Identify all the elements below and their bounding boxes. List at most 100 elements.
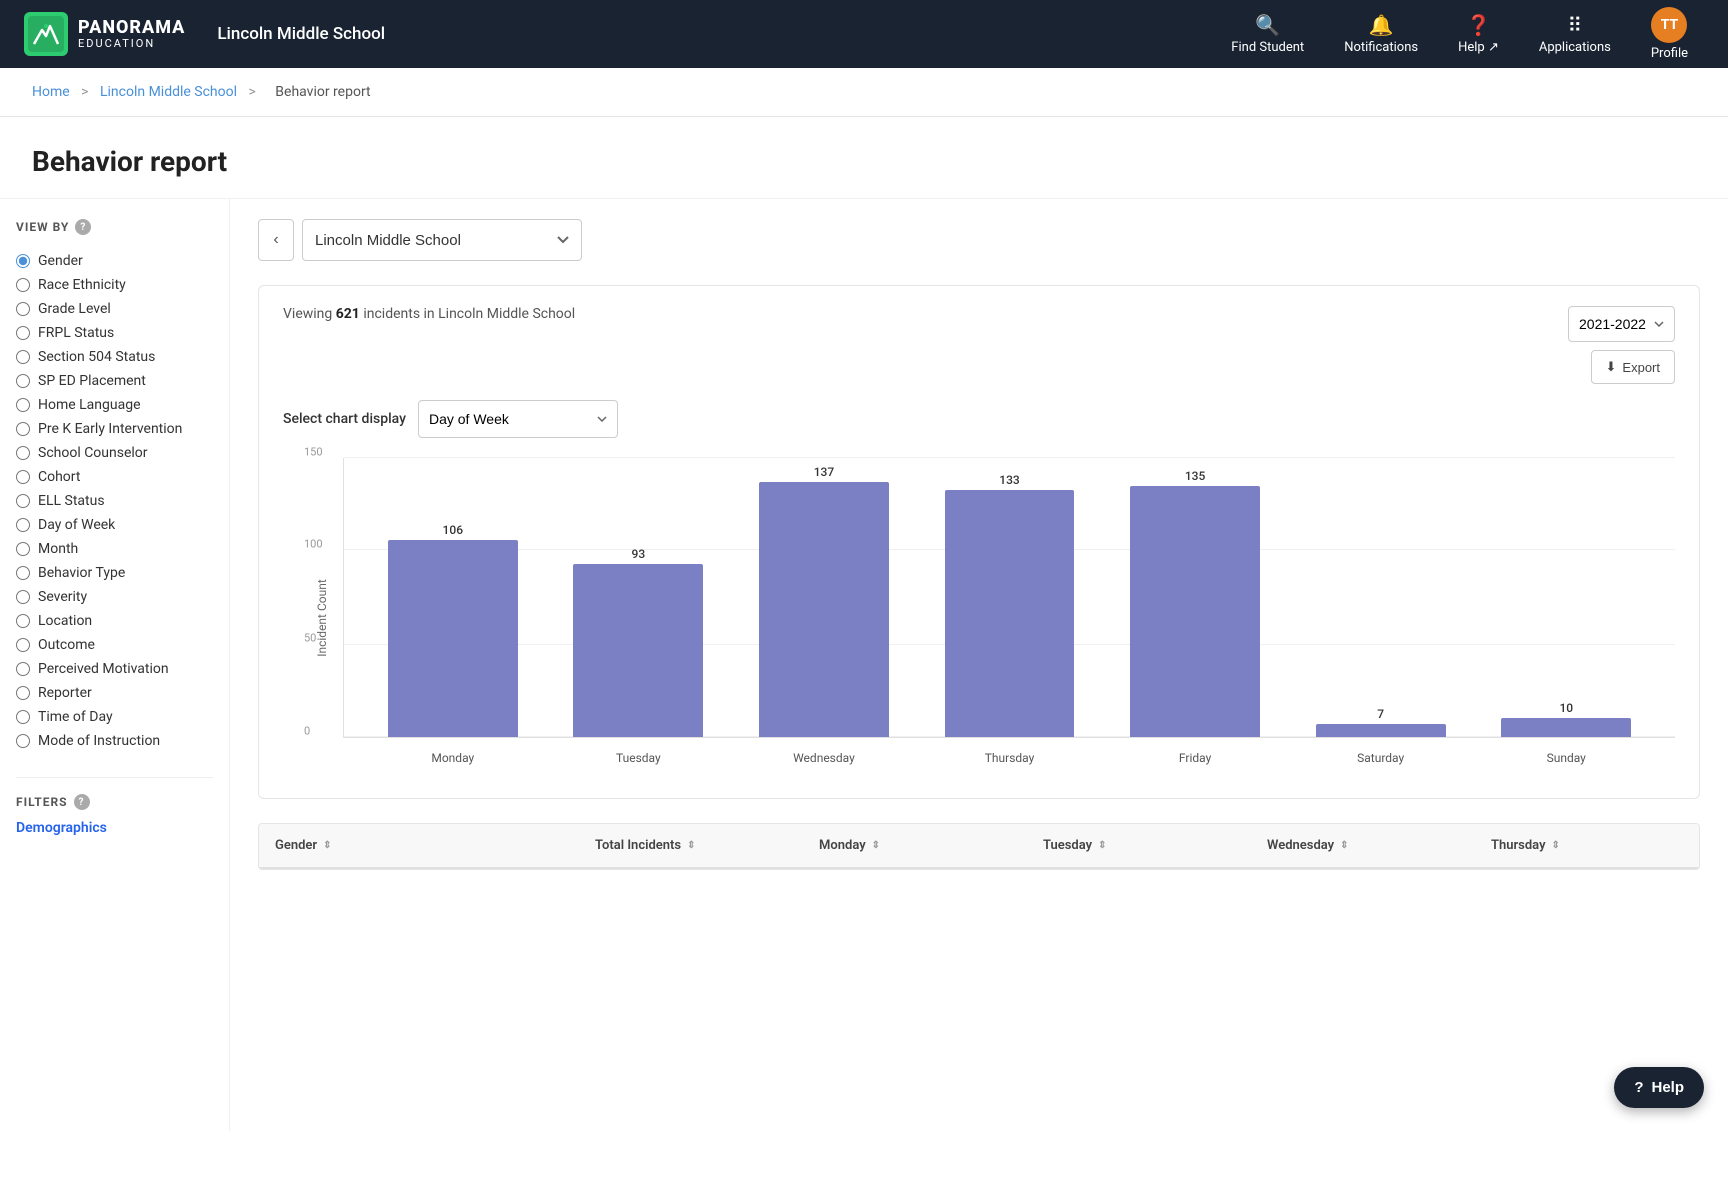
view-by-option-behavior-type[interactable]: Behavior Type xyxy=(16,561,213,585)
radio-home-language[interactable] xyxy=(16,398,30,412)
main-content: ‹ Lincoln Middle School Viewing 621 inci… xyxy=(230,199,1728,1131)
export-button[interactable]: ⬇ Export xyxy=(1591,350,1675,384)
chart-header: Viewing 621 incidents in Lincoln Middle … xyxy=(283,306,1675,384)
bar-label-tuesday: Tuesday xyxy=(616,751,661,765)
th-thursday[interactable]: Thursday ⇕ xyxy=(1475,824,1699,867)
filters-section: FILTERS ? Demographics xyxy=(16,777,213,836)
find-student-nav[interactable]: 🔍 Find Student xyxy=(1215,5,1320,63)
bar-rect-saturday xyxy=(1316,724,1446,737)
view-by-option-reporter[interactable]: Reporter xyxy=(16,681,213,705)
radio-month[interactable] xyxy=(16,542,30,556)
radio-location[interactable] xyxy=(16,614,30,628)
radio-label-month: Month xyxy=(38,541,78,557)
radio-label-outcome: Outcome xyxy=(38,637,95,653)
chart-display-label: Select chart display xyxy=(283,411,406,427)
radio-severity[interactable] xyxy=(16,590,30,604)
th-gender[interactable]: Gender ⇕ xyxy=(259,824,579,867)
sort-icon-wednesday: ⇕ xyxy=(1340,840,1348,851)
breadcrumb-school[interactable]: Lincoln Middle School xyxy=(100,84,237,100)
radio-perceived-motivation[interactable] xyxy=(16,662,30,676)
logo[interactable]: PANORAMA EDUCATION xyxy=(24,12,185,56)
bar-wednesday: 137Wednesday xyxy=(731,458,917,737)
chart-display-select[interactable]: Day of Week Month Behavior Type Severity… xyxy=(418,400,618,438)
view-by-option-severity[interactable]: Severity xyxy=(16,585,213,609)
view-by-option-gender[interactable]: Gender xyxy=(16,249,213,273)
radio-school-counselor[interactable] xyxy=(16,446,30,460)
view-by-option-home-language[interactable]: Home Language xyxy=(16,393,213,417)
navbar: PANORAMA EDUCATION Lincoln Middle School… xyxy=(0,0,1728,68)
radio-label-cohort: Cohort xyxy=(38,469,80,485)
bar-value-saturday: 7 xyxy=(1377,707,1384,721)
view-by-option-grade-level[interactable]: Grade Level xyxy=(16,297,213,321)
view-by-option-sp-ed-placement[interactable]: SP ED Placement xyxy=(16,369,213,393)
view-by-option-school-counselor[interactable]: School Counselor xyxy=(16,441,213,465)
bar-rect-friday xyxy=(1130,486,1260,737)
help-nav[interactable]: ❓ Help ↗ xyxy=(1442,5,1515,63)
profile-nav[interactable]: TT Profile xyxy=(1635,0,1704,69)
notifications-nav[interactable]: 🔔 Notifications xyxy=(1328,5,1434,63)
radio-pre-k[interactable] xyxy=(16,422,30,436)
radio-ell-status[interactable] xyxy=(16,494,30,508)
radio-label-gender: Gender xyxy=(38,253,83,269)
breadcrumb-home[interactable]: Home xyxy=(32,84,70,100)
view-by-option-section-504-status[interactable]: Section 504 Status xyxy=(16,345,213,369)
radio-mode-of-instruction[interactable] xyxy=(16,734,30,748)
radio-reporter[interactable] xyxy=(16,686,30,700)
demographics-filter[interactable]: Demographics xyxy=(16,820,213,836)
help-fab-button[interactable]: ? Help xyxy=(1614,1067,1704,1108)
view-by-option-ell-status[interactable]: ELL Status xyxy=(16,489,213,513)
radio-cohort[interactable] xyxy=(16,470,30,484)
radio-sp-ed-placement[interactable] xyxy=(16,374,30,388)
radio-gender[interactable] xyxy=(16,254,30,268)
year-select[interactable]: 2021-2022 2020-2021 2019-2020 xyxy=(1568,306,1675,342)
filters-info-icon[interactable]: ? xyxy=(74,794,90,810)
sort-icon-thursday: ⇕ xyxy=(1552,840,1560,851)
radio-frpl-status[interactable] xyxy=(16,326,30,340)
radio-behavior-type[interactable] xyxy=(16,566,30,580)
radio-grade-level[interactable] xyxy=(16,302,30,316)
sort-icon-tuesday: ⇕ xyxy=(1098,840,1106,851)
radio-time-of-day[interactable] xyxy=(16,710,30,724)
radio-section-504-status[interactable] xyxy=(16,350,30,364)
applications-nav[interactable]: ⠿ Applications xyxy=(1523,5,1627,63)
page-header: Behavior report xyxy=(0,117,1728,199)
radio-day-of-week[interactable] xyxy=(16,518,30,532)
th-monday[interactable]: Monday ⇕ xyxy=(803,824,1027,867)
bar-thursday: 133Thursday xyxy=(917,458,1103,737)
bar-label-sunday: Sunday xyxy=(1547,751,1586,765)
view-by-info-icon[interactable]: ? xyxy=(75,219,91,235)
school-select[interactable]: Lincoln Middle School xyxy=(302,219,582,261)
radio-race-ethnicity[interactable] xyxy=(16,278,30,292)
page-content: Behavior report VIEW BY ? GenderRace Eth… xyxy=(0,117,1728,1181)
view-by-option-frpl-status[interactable]: FRPL Status xyxy=(16,321,213,345)
view-by-option-time-of-day[interactable]: Time of Day xyxy=(16,705,213,729)
bar-rect-wednesday xyxy=(759,482,889,737)
bar-label-saturday: Saturday xyxy=(1357,751,1404,765)
sort-icon-total: ⇕ xyxy=(687,840,695,851)
avatar: TT xyxy=(1651,7,1687,43)
radio-label-mode-of-instruction: Mode of Instruction xyxy=(38,733,160,749)
filters-label: FILTERS ? xyxy=(16,794,213,810)
th-tuesday[interactable]: Tuesday ⇕ xyxy=(1027,824,1251,867)
chart-display-row: Select chart display Day of Week Month B… xyxy=(283,400,1675,438)
view-by-option-outcome[interactable]: Outcome xyxy=(16,633,213,657)
view-by-option-perceived-motivation[interactable]: Perceived Motivation xyxy=(16,657,213,681)
th-wednesday[interactable]: Wednesday ⇕ xyxy=(1251,824,1475,867)
view-by-option-race-ethnicity[interactable]: Race Ethnicity xyxy=(16,273,213,297)
view-by-options: Gender Race EthnicityGrade LevelFRPL Stat… xyxy=(16,249,213,753)
radio-label-pre-k: Pre K Early Intervention xyxy=(38,421,182,437)
main-layout: VIEW BY ? GenderRace EthnicityGrade Leve… xyxy=(0,199,1728,1131)
th-total[interactable]: Total Incidents ⇕ xyxy=(579,824,803,867)
back-button[interactable]: ‹ xyxy=(258,219,294,261)
view-by-option-location[interactable]: Location xyxy=(16,609,213,633)
view-by-option-day-of-week[interactable]: Day of Week xyxy=(16,513,213,537)
view-by-option-mode-of-instruction[interactable]: Mode of Instruction xyxy=(16,729,213,753)
view-by-option-pre-k[interactable]: Pre K Early Intervention xyxy=(16,417,213,441)
view-by-option-month[interactable]: Month xyxy=(16,537,213,561)
radio-outcome[interactable] xyxy=(16,638,30,652)
download-icon: ⬇ xyxy=(1606,359,1617,375)
bell-icon: 🔔 xyxy=(1369,13,1394,37)
bar-value-friday: 135 xyxy=(1185,469,1205,483)
view-by-option-cohort[interactable]: Cohort xyxy=(16,465,213,489)
bar-value-tuesday: 93 xyxy=(632,547,646,561)
